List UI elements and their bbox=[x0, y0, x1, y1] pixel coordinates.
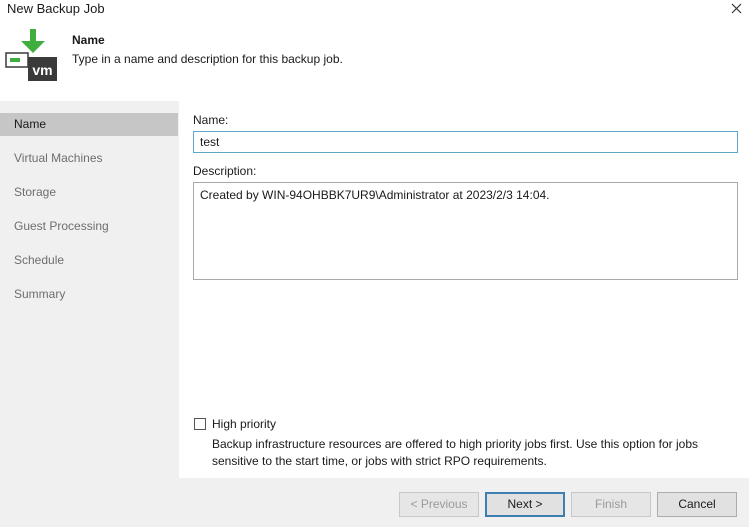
step-description: Type in a name and description for this … bbox=[72, 52, 343, 66]
cancel-button[interactable]: Cancel bbox=[657, 492, 737, 517]
wizard-header: New Backup Job vm Name Type in a name an… bbox=[0, 0, 749, 101]
wizard-steps-sidebar: Name Virtual Machines Storage Guest Proc… bbox=[0, 101, 179, 478]
high-priority-label[interactable]: High priority bbox=[212, 417, 276, 431]
description-label: Description: bbox=[193, 164, 257, 178]
sidebar-item-schedule[interactable]: Schedule bbox=[0, 249, 178, 272]
step-title: Name bbox=[72, 33, 105, 47]
high-priority-hint: Backup infrastructure resources are offe… bbox=[212, 437, 699, 468]
finish-button[interactable]: Finish bbox=[571, 492, 651, 517]
sidebar-item-storage[interactable]: Storage bbox=[0, 181, 178, 204]
backup-job-vm-icon: vm bbox=[4, 27, 60, 83]
wizard-footer: < Previous Next > Finish Cancel bbox=[0, 478, 749, 527]
sidebar-item-guest-processing[interactable]: Guest Processing bbox=[0, 215, 178, 238]
svg-text:vm: vm bbox=[32, 62, 52, 78]
previous-button[interactable]: < Previous bbox=[399, 492, 479, 517]
high-priority-checkbox[interactable] bbox=[194, 418, 206, 430]
sidebar-item-name[interactable]: Name bbox=[0, 113, 178, 136]
window-title: New Backup Job bbox=[7, 1, 105, 16]
description-textarea[interactable]: Created by WIN-94OHBBK7UR9\Administrator… bbox=[193, 182, 738, 280]
wizard-content: Name: Description: Created by WIN-94OHBB… bbox=[179, 101, 749, 478]
close-icon[interactable] bbox=[727, 0, 745, 18]
name-label: Name: bbox=[193, 113, 229, 127]
name-input[interactable] bbox=[193, 131, 738, 153]
sidebar-item-summary[interactable]: Summary bbox=[0, 283, 178, 306]
next-button[interactable]: Next > bbox=[485, 492, 565, 517]
sidebar-item-virtual-machines[interactable]: Virtual Machines bbox=[0, 147, 178, 170]
